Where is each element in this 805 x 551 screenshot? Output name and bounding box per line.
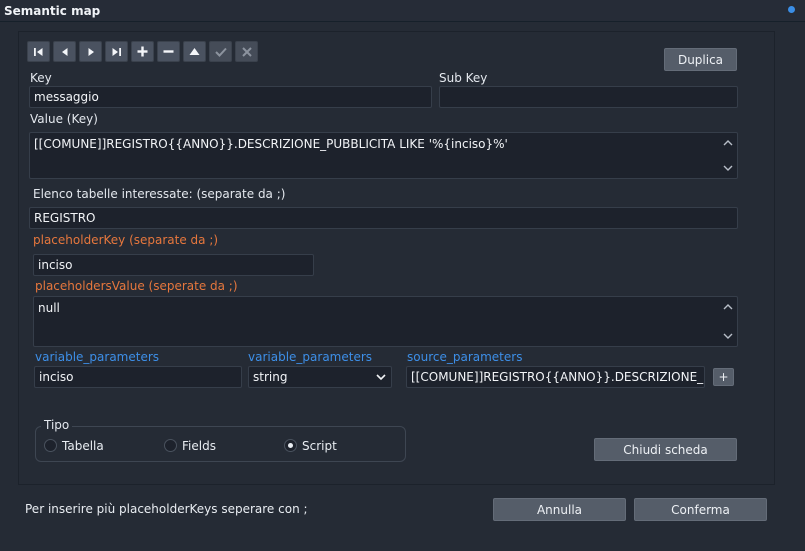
cancel-edit-button[interactable] bbox=[235, 41, 258, 62]
source-parameters-value: [[COMUNE]]REGISTRO{{ANNO}}.DESCRIZIONE_P… bbox=[411, 370, 704, 384]
value-key-label: Value (Key) bbox=[30, 112, 98, 126]
chevron-down-icon bbox=[376, 374, 386, 381]
add-record-button[interactable] bbox=[131, 41, 154, 62]
radio-tabella-label[interactable]: Tabella bbox=[62, 439, 104, 453]
last-record-button[interactable] bbox=[105, 41, 128, 62]
placeholders-value-textarea[interactable]: null bbox=[33, 296, 738, 347]
radio-tabella[interactable] bbox=[44, 439, 57, 452]
conferma-button[interactable]: Conferma bbox=[634, 498, 767, 521]
window-title: Semantic map bbox=[4, 4, 101, 18]
source-parameters-label: source_parameters bbox=[407, 350, 523, 364]
placeholder-key-input[interactable]: inciso bbox=[33, 254, 314, 276]
key-label: Key bbox=[30, 71, 52, 85]
remove-record-button[interactable] bbox=[157, 41, 180, 62]
title-bar: Semantic map bbox=[0, 0, 805, 22]
prev-icon bbox=[61, 47, 67, 56]
scroll-up-icon[interactable] bbox=[723, 139, 733, 147]
tipo-label: Tipo bbox=[41, 418, 73, 432]
scroll-down-icon[interactable] bbox=[723, 164, 733, 172]
key-value: messaggio bbox=[34, 90, 99, 104]
move-up-button[interactable] bbox=[183, 41, 206, 62]
duplica-button[interactable]: Duplica bbox=[664, 48, 737, 71]
radio-fields-label[interactable]: Fields bbox=[182, 439, 216, 453]
confirm-edit-button[interactable] bbox=[209, 41, 232, 62]
minus-icon bbox=[163, 50, 174, 53]
next-icon bbox=[88, 47, 94, 56]
first-record-button[interactable] bbox=[27, 41, 50, 62]
check-icon bbox=[214, 47, 227, 57]
scroll-down-icon[interactable] bbox=[723, 332, 733, 340]
tables-input[interactable]: REGISTRO bbox=[29, 207, 738, 229]
placeholders-value-text: null bbox=[38, 301, 60, 315]
value-key-text: [[COMUNE]]REGISTRO{{ANNO}}.DESCRIZIONE_P… bbox=[34, 137, 508, 151]
prev-record-button[interactable] bbox=[53, 41, 76, 62]
sub-key-input[interactable] bbox=[439, 86, 738, 108]
x-icon bbox=[241, 46, 252, 57]
key-input[interactable]: messaggio bbox=[29, 86, 432, 108]
triangle-up-icon bbox=[189, 48, 200, 55]
sub-key-label: Sub Key bbox=[439, 71, 488, 85]
placeholders-value-scrollbar[interactable] bbox=[719, 297, 737, 346]
add-parameter-button[interactable]: + bbox=[713, 368, 734, 386]
tables-label: Elenco tabelle interessate: (separate da… bbox=[33, 187, 286, 201]
scroll-up-icon[interactable] bbox=[723, 303, 733, 311]
placeholder-key-label: placeholderKey (separate da ;) bbox=[33, 233, 219, 247]
next-record-button[interactable] bbox=[79, 41, 102, 62]
annulla-button[interactable]: Annulla bbox=[493, 498, 626, 521]
footer-note: Per inserire più placeholderKeys seperar… bbox=[25, 502, 308, 516]
status-dot-icon[interactable] bbox=[788, 6, 795, 13]
value-key-textarea[interactable]: [[COMUNE]]REGISTRO{{ANNO}}.DESCRIZIONE_P… bbox=[29, 132, 738, 179]
radio-script-label[interactable]: Script bbox=[302, 439, 337, 453]
placeholders-value-label: placeholdersValue (seperate da ;) bbox=[35, 279, 238, 293]
variable-parameters-input-1[interactable]: inciso bbox=[34, 366, 242, 388]
variable-parameters-label-1: variable_parameters bbox=[35, 350, 160, 364]
variable-parameters-value-1: inciso bbox=[39, 370, 74, 384]
plus-icon bbox=[137, 46, 148, 57]
source-parameters-input[interactable]: [[COMUNE]]REGISTRO{{ANNO}}.DESCRIZIONE_P… bbox=[406, 366, 705, 388]
variable-parameters-select-2[interactable]: string bbox=[248, 366, 392, 388]
radio-fields[interactable] bbox=[164, 439, 177, 452]
placeholder-key-value: inciso bbox=[38, 258, 73, 272]
last-icon bbox=[112, 47, 121, 56]
radio-script[interactable] bbox=[284, 439, 297, 452]
first-icon bbox=[34, 47, 43, 56]
tables-value: REGISTRO bbox=[34, 211, 96, 225]
variable-parameters-value-2: string bbox=[253, 370, 288, 384]
value-key-scrollbar[interactable] bbox=[719, 133, 737, 178]
variable-parameters-label-2: variable_parameters bbox=[248, 350, 373, 364]
chiudi-scheda-button[interactable]: Chiudi scheda bbox=[594, 438, 737, 461]
